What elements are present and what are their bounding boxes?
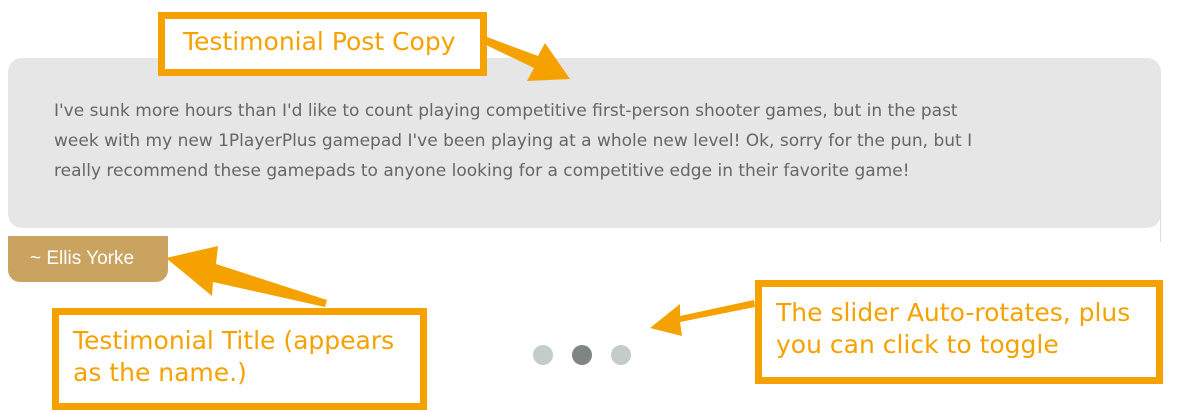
arrow-to-post-copy: [484, 37, 570, 81]
annotation-post-copy-text: Testimonial Post Copy: [183, 27, 456, 56]
arrow-to-dots: [650, 300, 755, 336]
annotation-slider-line-1: The slider Auto-rotates, plus: [776, 298, 1131, 327]
annotation-slider-line-2: you can click to toggle: [776, 330, 1059, 359]
annotation-slider: The slider Auto-rotates, plus you can cli…: [755, 280, 1163, 384]
arrow-to-title: [166, 246, 327, 307]
annotation-title-line-2: as the name.): [73, 358, 247, 387]
annotation-post-copy: Testimonial Post Copy: [158, 12, 487, 76]
annotation-title-line-1: Testimonial Title (appears: [73, 326, 395, 355]
annotation-testimonial-title: Testimonial Title (appears as the name.): [52, 308, 427, 410]
